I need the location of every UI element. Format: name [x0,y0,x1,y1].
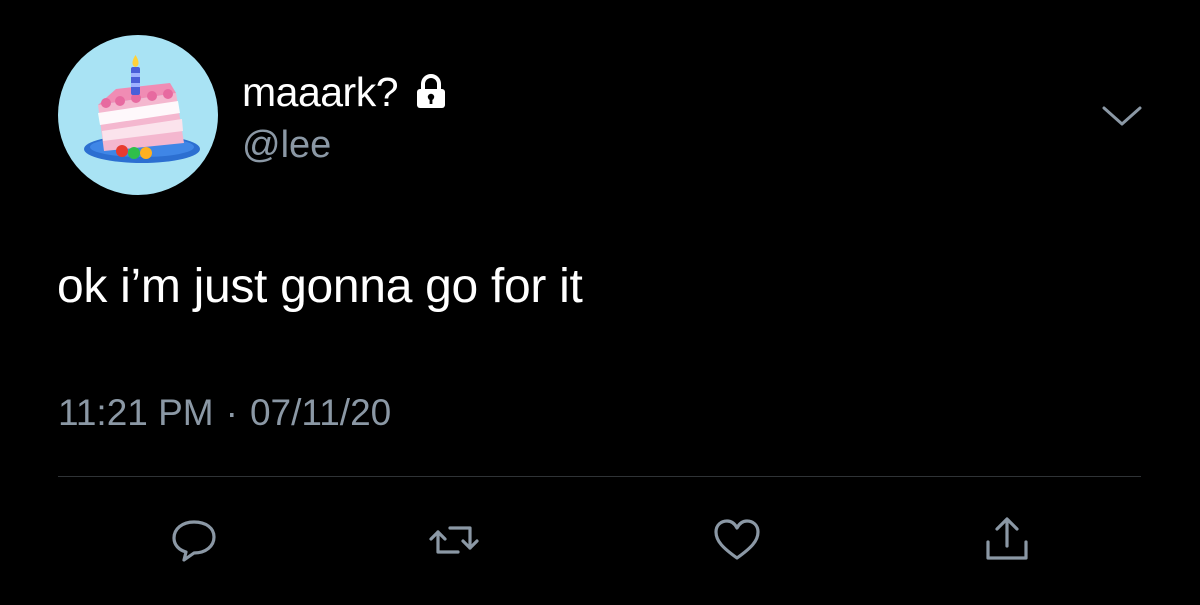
retweet-icon [429,526,479,554]
tweet-date[interactable]: 07/11/20 [250,390,391,436]
birthday-cake-icon [84,55,200,163]
lock-icon [414,74,448,110]
tweet-time[interactable]: 11:21 PM [58,390,214,436]
reply-button[interactable] [164,510,224,570]
reply-icon [172,520,216,562]
retweet-button[interactable] [424,510,484,570]
avatar[interactable] [58,35,218,195]
name-row: maaark? [242,68,448,116]
meta-separator: · [225,392,238,433]
tweet-meta: 11:21 PM · 07/11/20 [58,390,391,436]
user-handle[interactable]: @lee [242,122,331,168]
more-options-button[interactable] [1100,98,1144,134]
heart-icon [714,519,760,560]
share-icon [986,517,1028,560]
like-button[interactable] [707,510,767,570]
share-button[interactable] [977,510,1037,570]
chevron-down-icon [1102,106,1142,126]
action-bar [0,510,1200,570]
tweet-card: maaark? @lee ok i’m just gonna go for it… [0,0,1200,605]
tweet-text: ok i’m just gonna go for it [57,260,583,313]
display-name[interactable]: maaark? [242,68,399,116]
divider [58,476,1141,477]
